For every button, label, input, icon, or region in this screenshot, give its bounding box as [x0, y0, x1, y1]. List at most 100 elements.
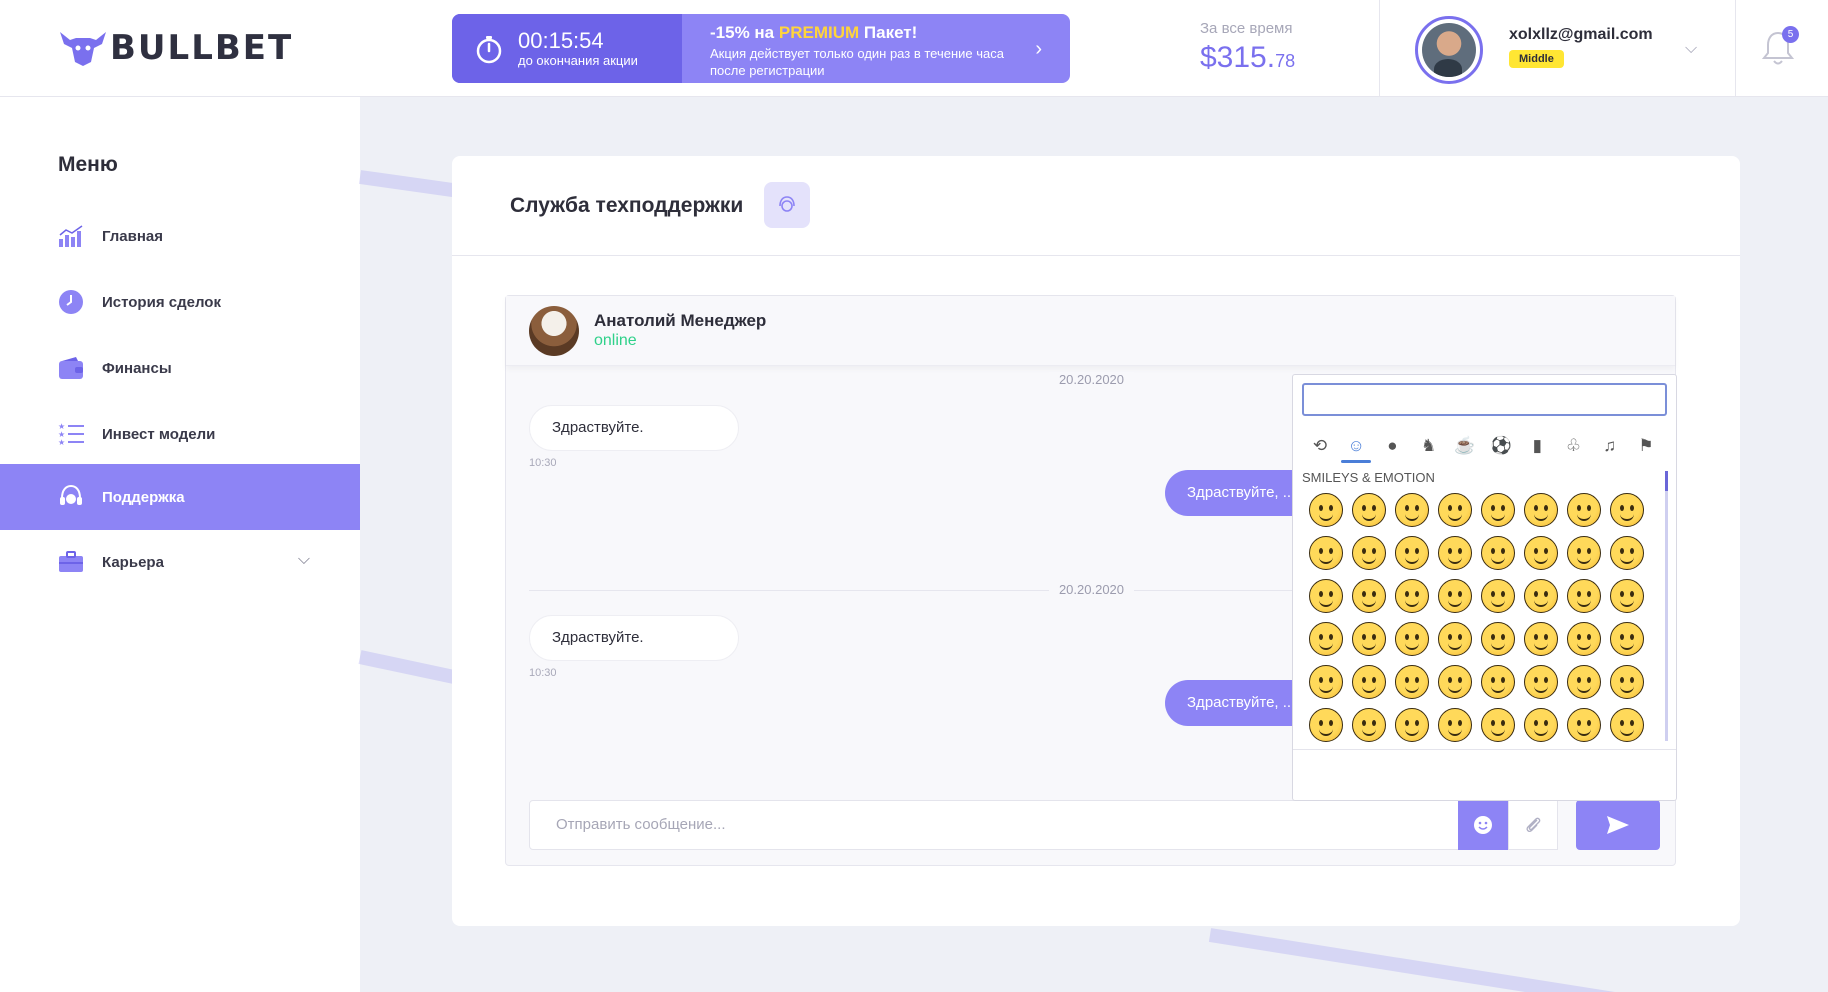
decor-streak: [359, 170, 461, 198]
emoji-item[interactable]: [1395, 579, 1429, 613]
emoji-item[interactable]: [1395, 622, 1429, 656]
sidebar-item-support[interactable]: Поддержка: [0, 464, 360, 530]
emoji-item[interactable]: [1610, 536, 1644, 570]
sidebar-item-label: Карьера: [102, 553, 164, 571]
emoji-item[interactable]: [1567, 579, 1601, 613]
profile-menu[interactable]: xolxllz@gmail.com Middle ⌵: [1415, 16, 1697, 84]
message-input[interactable]: Отправить сообщение...: [529, 800, 1558, 850]
emoji-item[interactable]: [1438, 665, 1472, 699]
emoji-item[interactable]: [1395, 665, 1429, 699]
emoji-item[interactable]: [1309, 493, 1343, 527]
emoji-item[interactable]: [1481, 579, 1515, 613]
sidebar-item-history[interactable]: История сделок: [0, 269, 360, 335]
sidebar-item-finance[interactable]: Финансы: [0, 335, 360, 401]
emoji-item[interactable]: [1567, 536, 1601, 570]
emoji-item[interactable]: [1567, 493, 1601, 527]
emoji-item[interactable]: [1352, 579, 1386, 613]
menu-title: Меню: [58, 153, 118, 176]
emoji-item[interactable]: [1524, 622, 1558, 656]
bulb-icon[interactable]: ♧: [1557, 431, 1591, 461]
emoji-item[interactable]: [1309, 622, 1343, 656]
chevron-down-icon[interactable]: ⌵: [298, 551, 310, 569]
emoji-search-input[interactable]: [1302, 383, 1667, 416]
avatar[interactable]: [1415, 16, 1483, 84]
chevron-down-icon[interactable]: ⌵: [1685, 40, 1697, 58]
emoji-item[interactable]: [1395, 536, 1429, 570]
balance-amount: $315.78: [1200, 41, 1295, 75]
emoji-item[interactable]: [1524, 493, 1558, 527]
message-time: 10:30: [529, 667, 557, 679]
emoji-item[interactable]: [1352, 622, 1386, 656]
emoji-item[interactable]: [1309, 536, 1343, 570]
sidebar-item-label: Поддержка: [102, 488, 185, 506]
emoji-item[interactable]: [1567, 665, 1601, 699]
emoji-item[interactable]: [1524, 665, 1558, 699]
notifications-button[interactable]: 5: [1760, 26, 1799, 68]
flag-icon[interactable]: ⚑: [1629, 431, 1663, 461]
sidebar-item-career[interactable]: Карьера ⌵: [0, 529, 360, 595]
date-label: 20.20.2020: [1048, 372, 1135, 387]
message-incoming: Здраствуйте.: [529, 615, 739, 661]
emoji-item[interactable]: [1309, 708, 1343, 742]
emoji-section-title: SMILEYS & EMOTION: [1302, 470, 1435, 485]
emoji-item[interactable]: [1481, 708, 1515, 742]
promo-banner[interactable]: 00:15:54 до окончания акции -15% на PREM…: [452, 14, 1070, 83]
emoji-item[interactable]: [1438, 622, 1472, 656]
sidebar-item-label: Главная: [102, 227, 164, 245]
emoji-button[interactable]: [1458, 800, 1508, 850]
emoji-item[interactable]: [1395, 493, 1429, 527]
recent-icon[interactable]: ⟲: [1303, 431, 1337, 461]
person-icon[interactable]: ●: [1375, 431, 1409, 461]
send-button[interactable]: [1576, 800, 1660, 850]
emoji-item[interactable]: [1567, 708, 1601, 742]
emoji-grid: [1309, 493, 1659, 742]
attach-button[interactable]: [1508, 800, 1558, 850]
emoji-item[interactable]: [1352, 536, 1386, 570]
emoji-item[interactable]: [1610, 665, 1644, 699]
chart-bars-icon: [58, 223, 84, 249]
building-icon[interactable]: ▮: [1520, 431, 1554, 461]
music-icon[interactable]: ♫: [1593, 431, 1627, 461]
emoji-item[interactable]: [1309, 579, 1343, 613]
sidebar-item-invest[interactable]: ★ ★ ★ Инвест модели: [0, 401, 360, 467]
emoji-item[interactable]: [1524, 579, 1558, 613]
emoji-item[interactable]: [1524, 708, 1558, 742]
decor-streak: [1208, 928, 1626, 992]
ball-icon[interactable]: ⚽: [1484, 431, 1518, 461]
emoji-item[interactable]: [1481, 536, 1515, 570]
promo-headline: -15% на PREMIUM Пакет!: [710, 23, 1070, 43]
chat-header: Анатолий Менеджер online: [506, 296, 1675, 366]
emoji-item[interactable]: [1610, 493, 1644, 527]
emoji-item[interactable]: [1481, 622, 1515, 656]
emoji-item[interactable]: [1610, 708, 1644, 742]
emoji-item[interactable]: [1610, 579, 1644, 613]
emoji-item[interactable]: [1481, 665, 1515, 699]
animal-icon[interactable]: ♞: [1412, 431, 1446, 461]
emoji-item[interactable]: [1438, 708, 1472, 742]
emoji-item[interactable]: [1567, 622, 1601, 656]
logo[interactable]: BULLBET: [58, 26, 293, 70]
emoji-item[interactable]: [1610, 622, 1644, 656]
sidebar-item-home[interactable]: Главная: [0, 203, 360, 269]
manager-avatar: [529, 306, 579, 356]
cup-icon[interactable]: ☕: [1448, 431, 1482, 461]
manager-name: Анатолий Менеджер: [594, 311, 767, 330]
emoji-item[interactable]: [1481, 493, 1515, 527]
emoji-picker-footer: [1293, 749, 1676, 750]
divider: [452, 255, 1740, 256]
emoji-item[interactable]: [1438, 536, 1472, 570]
emoji-item[interactable]: [1438, 493, 1472, 527]
promo-offer: -15% на PREMIUM Пакет! Акция действует т…: [682, 14, 1070, 83]
emoji-item[interactable]: [1395, 708, 1429, 742]
svg-text:★: ★: [58, 438, 65, 446]
promo-discount: -15% на: [710, 23, 775, 42]
emoji-item[interactable]: [1352, 493, 1386, 527]
emoji-item[interactable]: [1352, 708, 1386, 742]
emoji-item[interactable]: [1309, 665, 1343, 699]
emoji-item[interactable]: [1524, 536, 1558, 570]
emoji-item[interactable]: [1352, 665, 1386, 699]
emoji-item[interactable]: [1438, 579, 1472, 613]
smileys-icon[interactable]: ☺: [1339, 431, 1373, 463]
emoji-scrollbar[interactable]: [1665, 471, 1668, 741]
chevron-right-icon[interactable]: ›: [1035, 38, 1042, 61]
